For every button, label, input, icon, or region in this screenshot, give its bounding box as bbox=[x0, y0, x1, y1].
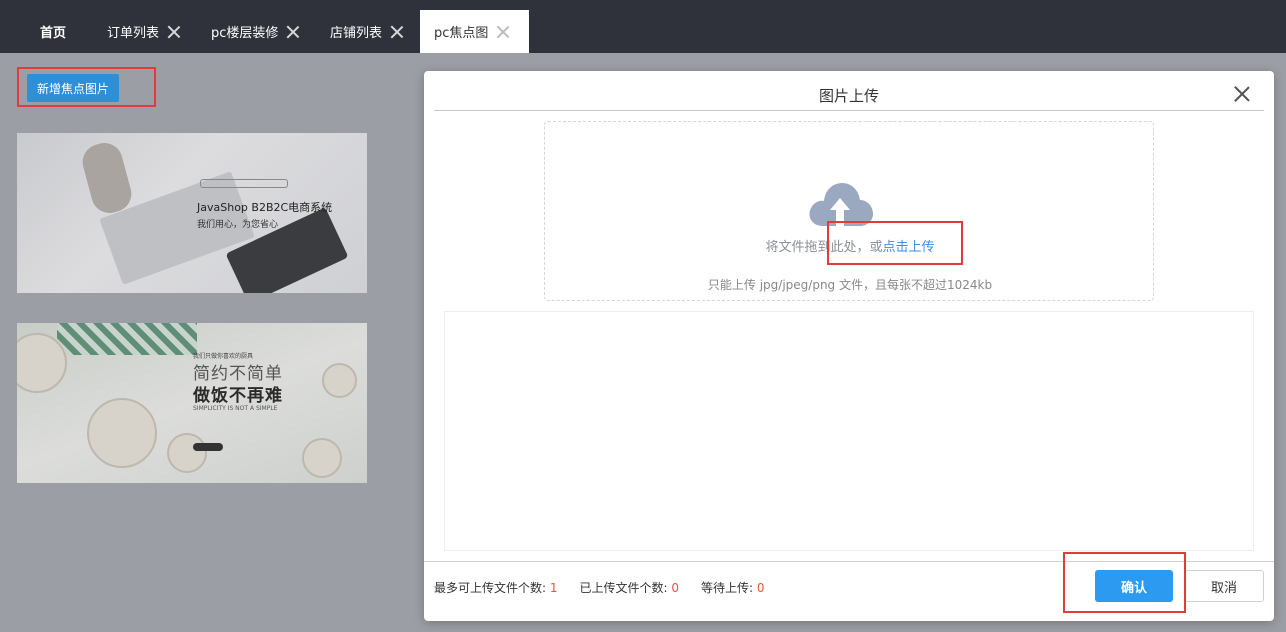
stat-uploaded: 已上传文件个数: 0 bbox=[580, 579, 680, 596]
banner-subtitle: 我们用心，为您省心 bbox=[197, 220, 279, 230]
tab-order-list[interactable]: 订单列表 bbox=[107, 10, 181, 53]
tab-label: pc焦点图 bbox=[434, 26, 489, 41]
banner-decoration bbox=[302, 438, 342, 478]
upload-file-list bbox=[444, 311, 1254, 551]
stat-label: 最多可上传文件个数: bbox=[434, 581, 547, 595]
focus-image-banner[interactable]: 我们只做你喜欢的厨具 简约不简单 做饭不再难 SIMPLICITY IS NOT… bbox=[17, 323, 367, 483]
stat-value: 0 bbox=[756, 581, 765, 595]
stat-waiting: 等待上传: 0 bbox=[701, 579, 765, 596]
tab-pc-focus-image[interactable]: pc焦点图 bbox=[420, 10, 529, 53]
stat-label: 已上传文件个数: bbox=[579, 581, 668, 595]
upload-tip: 只能上传 jpg/jpeg/png 文件，且每张不超过1024kb bbox=[707, 278, 993, 292]
banner-subtitle: 做饭不再难 bbox=[193, 386, 283, 406]
banner-tagline: SIMPLICITY IS NOT A SIMPLE bbox=[193, 405, 278, 412]
highlight-box bbox=[827, 221, 963, 265]
divider bbox=[434, 110, 1264, 111]
tab-pc-floor-decoration[interactable]: pc楼层装修 bbox=[211, 10, 300, 53]
cancel-button[interactable]: 取消 bbox=[1184, 570, 1264, 602]
tab-label: 店铺列表 bbox=[330, 26, 383, 41]
highlight-box bbox=[1063, 552, 1186, 613]
tab-bar: 首页 订单列表 pc楼层装修 店铺列表 pc焦点图 bbox=[0, 0, 1286, 53]
image-upload-dialog: 图片上传 将文件拖到此处，或点击上传 只能上传 jpg/jpeg/png 文件，… bbox=[424, 71, 1274, 621]
stat-max-files: 最多可上传文件个数: 1 bbox=[434, 579, 558, 596]
stat-label: 等待上传: bbox=[701, 581, 754, 595]
banner-decoration bbox=[87, 398, 157, 468]
stat-value: 0 bbox=[671, 581, 680, 595]
banner-decoration bbox=[193, 443, 223, 451]
close-icon[interactable] bbox=[1234, 86, 1250, 102]
close-icon[interactable] bbox=[390, 25, 404, 39]
tab-label: 首页 bbox=[40, 26, 67, 41]
banner-decoration bbox=[167, 433, 207, 473]
highlight-box bbox=[17, 67, 156, 107]
dialog-title: 图片上传 bbox=[818, 87, 879, 105]
tab-label: 订单列表 bbox=[107, 26, 160, 41]
close-icon[interactable] bbox=[167, 25, 181, 39]
banner-title: JavaShop B2B2C电商系统 bbox=[197, 201, 333, 214]
close-icon[interactable] bbox=[286, 25, 300, 39]
tab-home[interactable]: 首页 bbox=[40, 10, 66, 53]
upload-dropzone[interactable]: 将文件拖到此处，或点击上传 只能上传 jpg/jpeg/png 文件，且每张不超… bbox=[544, 121, 1154, 301]
upload-stats: 最多可上传文件个数: 1 已上传文件个数: 0 等待上传: 0 bbox=[434, 579, 765, 596]
banner-decoration bbox=[78, 139, 136, 217]
banner-decoration bbox=[200, 179, 288, 188]
stat-value: 1 bbox=[549, 581, 558, 595]
focus-image-banner[interactable]: JavaShop B2B2C电商系统 我们用心，为您省心 bbox=[17, 133, 367, 293]
banner-decoration bbox=[322, 363, 357, 398]
close-icon[interactable] bbox=[496, 25, 510, 39]
tab-label: pc楼层装修 bbox=[211, 26, 279, 41]
banner-decoration bbox=[57, 323, 197, 355]
tab-shop-list[interactable]: 店铺列表 bbox=[330, 10, 404, 53]
